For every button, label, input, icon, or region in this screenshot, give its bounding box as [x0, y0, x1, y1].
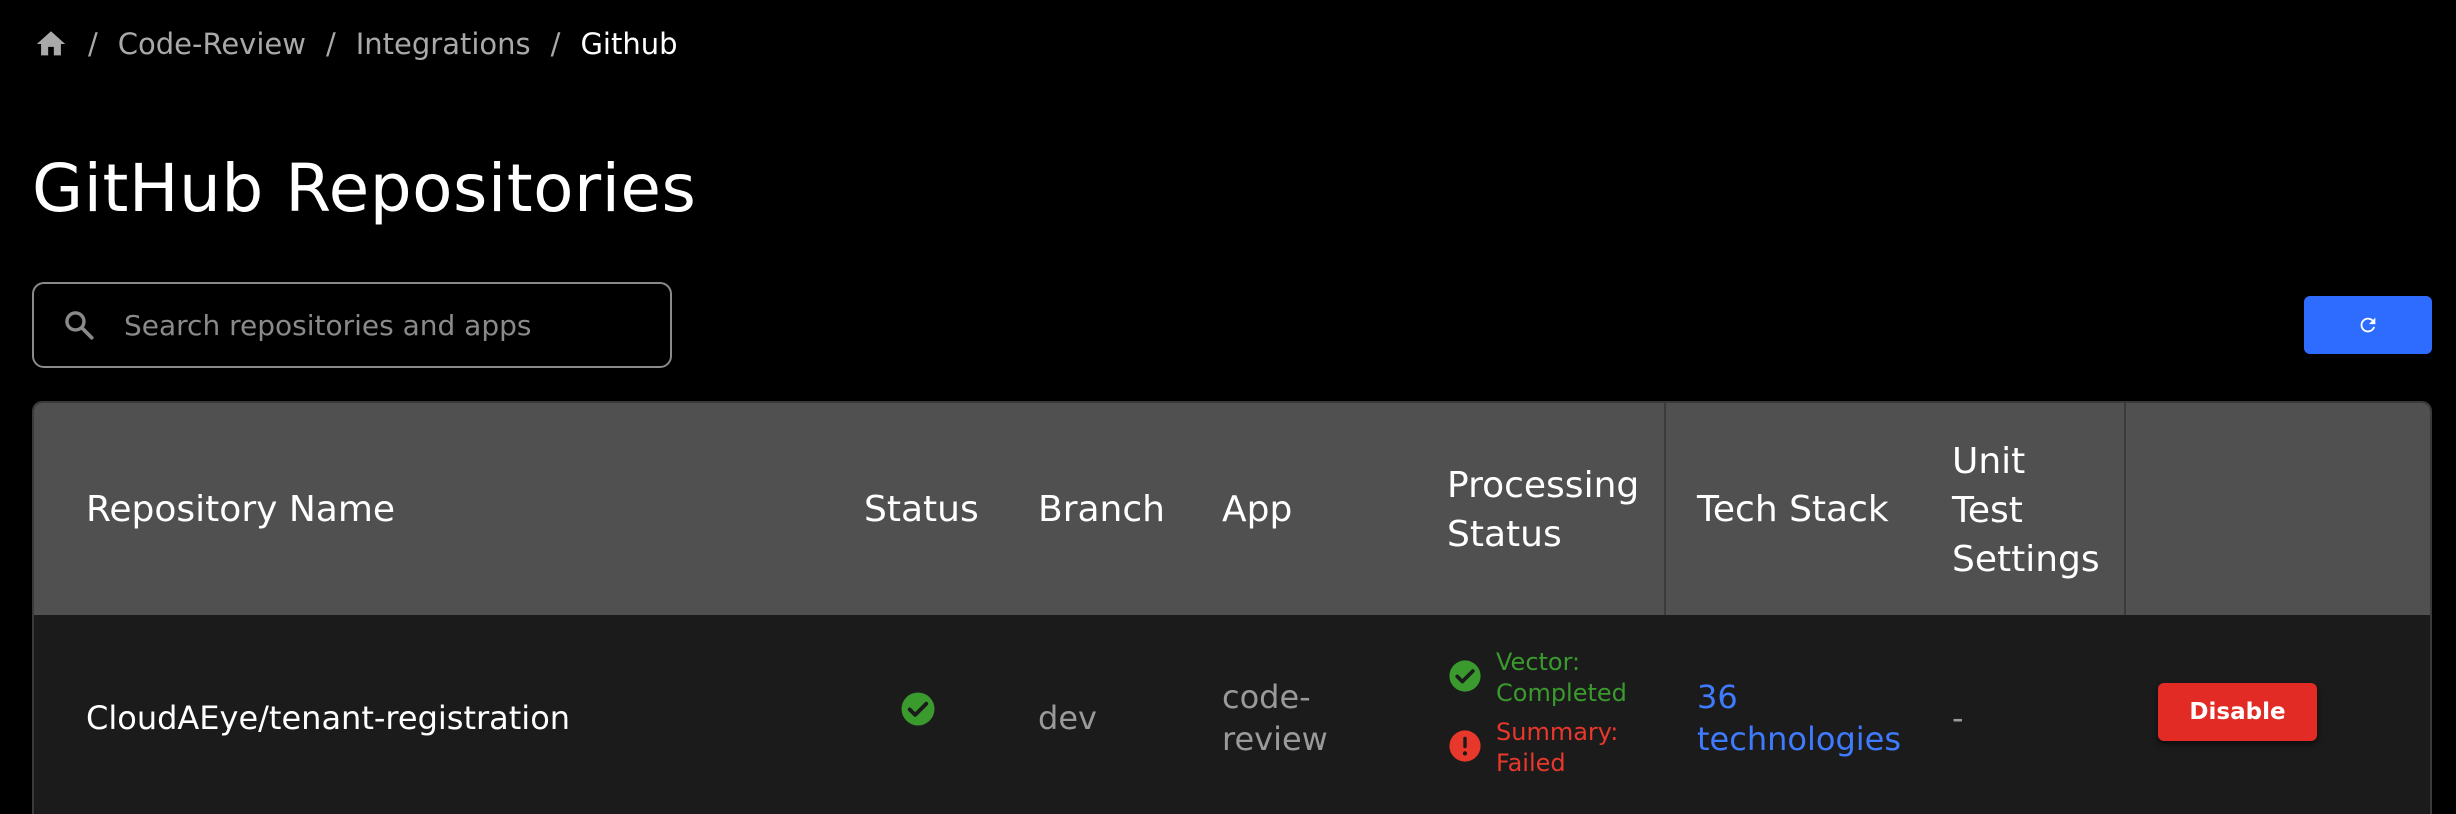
refresh-icon [2360, 317, 2376, 333]
column-header-branch[interactable]: Branch [1038, 485, 1165, 534]
error-circle-icon [1449, 730, 1481, 762]
column-header-unit-test-line: Test [1952, 490, 2023, 531]
table-body: CloudAEye/tenant-registration dev code- … [34, 615, 2430, 814]
column-header-tech-stack[interactable]: Tech Stack [1697, 485, 1889, 534]
tech-stack-link[interactable]: 36 technologies [1697, 676, 1901, 760]
breadcrumb-separator: / [550, 27, 561, 61]
column-divider [2124, 403, 2126, 615]
check-circle-icon [901, 692, 935, 726]
vector-status-value: Completed [1496, 679, 1627, 707]
breadcrumb-github: Github [580, 27, 678, 61]
app-cell: code- review [1222, 676, 1328, 760]
breadcrumb: / Code-Review / Integrations / Github [34, 22, 678, 66]
column-header-unit-test-line: Unit [1952, 441, 2026, 482]
disable-button[interactable]: Disable [2158, 683, 2317, 741]
app-cell-line: code- [1222, 678, 1311, 716]
breadcrumb-integrations[interactable]: Integrations [356, 27, 531, 61]
breadcrumb-separator: / [88, 27, 98, 61]
vector-status: Vector: Completed [1448, 647, 1627, 709]
app-cell-line: review [1222, 720, 1328, 758]
action-cell: Disable [2158, 683, 2317, 741]
column-header-app[interactable]: App [1222, 485, 1292, 534]
page-title: GitHub Repositories [32, 150, 697, 227]
repositories-table: Repository Name Status Branch App Proces… [32, 401, 2432, 814]
branch-cell: dev [1038, 699, 1097, 737]
tech-stack-label: technologies [1697, 720, 1901, 758]
summary-status: Summary: Failed [1448, 717, 1627, 779]
column-header-processing-status-line: Status [1447, 514, 1562, 555]
summary-status-value: Failed [1496, 749, 1566, 777]
vector-status-label: Vector: [1496, 648, 1581, 676]
summary-status-label: Summary: [1496, 718, 1619, 746]
search-input[interactable] [122, 307, 670, 343]
home-icon[interactable] [34, 27, 68, 61]
breadcrumb-code-review[interactable]: Code-Review [118, 27, 306, 61]
refresh-button[interactable] [2304, 296, 2432, 354]
unit-test-settings-cell: - [1952, 699, 1964, 737]
column-header-unit-test-settings[interactable]: Unit Test Settings [1952, 437, 2100, 584]
column-header-status[interactable]: Status [864, 485, 979, 534]
table-header: Repository Name Status Branch App Proces… [34, 403, 2430, 615]
column-header-unit-test-line: Settings [1952, 539, 2100, 580]
processing-status-cell: Vector: Completed Summary: Failed [1448, 647, 1627, 787]
check-circle-icon [1449, 660, 1481, 692]
tech-stack-count: 36 [1697, 678, 1738, 716]
search-icon [65, 311, 94, 340]
column-divider [1664, 403, 1666, 615]
search-box[interactable] [32, 282, 672, 368]
column-header-processing-status[interactable]: Processing Status [1447, 461, 1639, 559]
column-header-repository-name[interactable]: Repository Name [86, 485, 395, 534]
column-header-processing-status-line: Processing [1447, 465, 1640, 506]
repository-name-cell[interactable]: CloudAEye/tenant-registration [86, 699, 570, 737]
breadcrumb-separator: / [325, 27, 336, 61]
